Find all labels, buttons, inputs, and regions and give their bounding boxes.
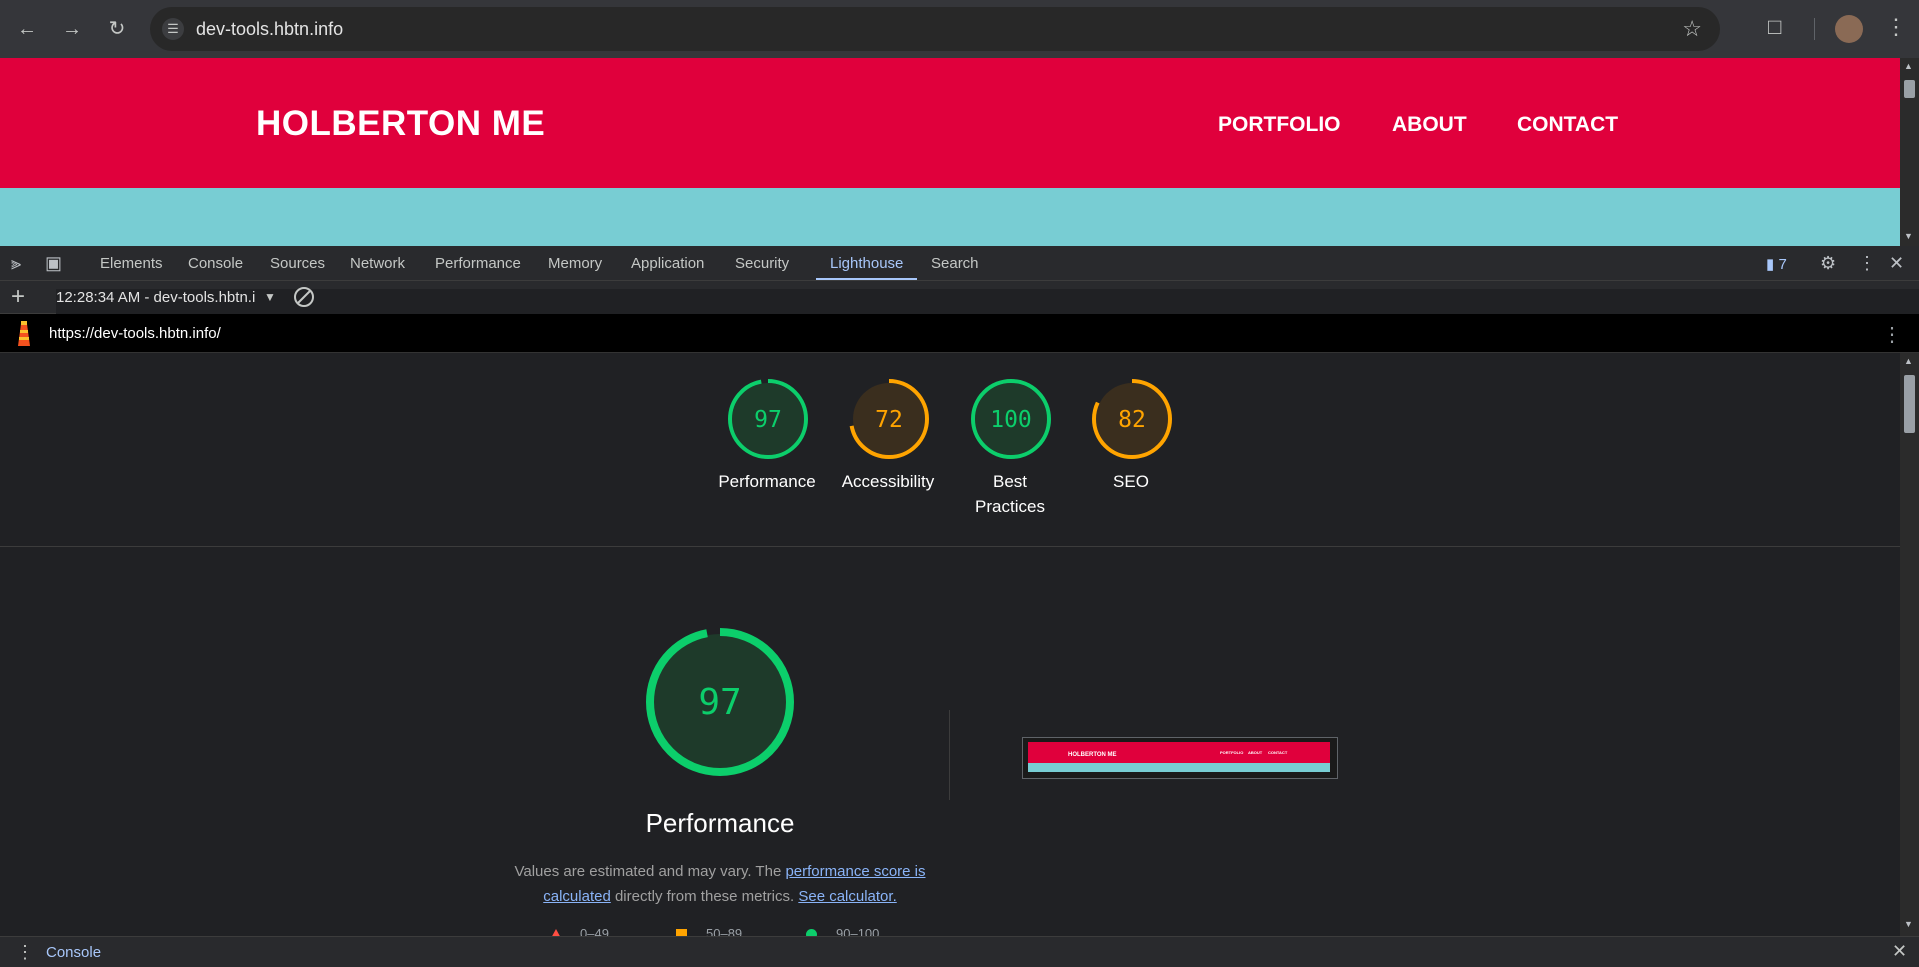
lighthouse-toolbar: + 12:28:34 AM - dev-tools.hbtn.i ▼	[0, 281, 1919, 872]
gauge-label-line: Best	[992, 472, 1028, 491]
gauge-score: 72	[875, 407, 903, 433]
report-url[interactable]: https://dev-tools.hbtn.info/	[49, 325, 221, 342]
chevron-down-icon[interactable]: ▼	[264, 290, 276, 304]
legend-pass: 90–100	[836, 926, 880, 936]
lighthouse-logo-icon	[18, 321, 30, 346]
lighthouse-report: 97 Performance 72 Accessibility 100 Best Pract…	[0, 353, 1900, 936]
issues-count: 7	[1778, 256, 1787, 273]
gauge-label-seo[interactable]: SEO	[1066, 469, 1196, 494]
thumbnail-nav-portfolio: PORTFOLIO	[1220, 750, 1244, 755]
issues-icon: ▮	[1766, 256, 1775, 273]
site-info-icon[interactable]: ☰	[162, 18, 184, 40]
tab-application[interactable]: Application	[631, 255, 704, 272]
page-scrollbar-thumb[interactable]	[1904, 80, 1915, 98]
nav-link-about[interactable]: ABOUT	[1392, 113, 1467, 137]
performance-title: Performance	[645, 808, 795, 838]
gauge-seo[interactable]: 82	[1091, 378, 1173, 460]
scroll-up-arrow-icon[interactable]: ▲	[1904, 61, 1913, 71]
nav-link-portfolio[interactable]: PORTFOLIO	[1218, 113, 1341, 137]
gauge-label-accessibility[interactable]: Accessibility	[823, 469, 953, 494]
thumbnail-band	[1028, 763, 1330, 772]
bookmark-star-icon[interactable]: ☆	[1682, 16, 1702, 42]
arrow-right-icon[interactable]: →	[58, 15, 86, 43]
thumbnail-logo: HOLBERTON ME	[1068, 752, 1117, 758]
tab-console[interactable]: Console	[188, 255, 243, 272]
report-menu-icon[interactable]: ⋮	[1882, 322, 1902, 347]
gauge-best-practices[interactable]: 100	[970, 378, 1052, 460]
report-url-bar: https://dev-tools.hbtn.info/ ⋮	[0, 314, 1919, 353]
console-drawer-bar: ⋮ Console ✕	[0, 936, 1919, 967]
desc-text-1: Values are estimated and may vary. The	[514, 863, 786, 880]
scroll-down-arrow-icon[interactable]: ▼	[1904, 231, 1913, 241]
gauge-accessibility[interactable]: 72	[848, 378, 930, 460]
scroll-down-arrow-icon[interactable]: ▼	[1904, 919, 1913, 929]
tab-search[interactable]: Search	[931, 255, 979, 272]
section-divider	[0, 546, 1900, 547]
gauge-label-line: Performance	[718, 472, 816, 491]
report-scrollbar[interactable]: ▲ ▼	[1900, 353, 1919, 936]
address-url[interactable]: dev-tools.hbtn.info	[196, 19, 343, 40]
gauge-label-line: Practices	[975, 497, 1045, 516]
see-calculator-link[interactable]: See calculator.	[798, 888, 896, 905]
site-header: HOLBERTON ME PORTFOLIO ABOUT CONTACT	[0, 58, 1900, 188]
gauge-label-line: SEO	[1113, 472, 1149, 491]
thumbnail-header: HOLBERTON ME PORTFOLIO ABOUT CONTACT	[1028, 742, 1330, 763]
devtools-menu-icon[interactable]: ⋮	[1858, 253, 1876, 274]
pass-circle-icon	[806, 929, 817, 936]
tab-lighthouse[interactable]: Lighthouse	[830, 255, 903, 272]
close-drawer-icon[interactable]: ✕	[1892, 941, 1907, 962]
gauge-score: 97	[754, 407, 782, 433]
desc-text-2: directly from these metrics.	[610, 888, 799, 905]
new-report-plus-icon[interactable]: +	[11, 283, 25, 311]
tab-security[interactable]: Security	[735, 255, 789, 272]
device-toolbar-icon[interactable]: ▣	[45, 253, 62, 274]
average-square-icon	[676, 929, 687, 936]
score-legend: 0–49 50–89 90–100	[550, 925, 910, 936]
legend-fail: 0–49	[580, 926, 609, 936]
page-viewport: HOLBERTON ME PORTFOLIO ABOUT CONTACT	[0, 58, 1900, 246]
scroll-up-arrow-icon[interactable]: ▲	[1904, 356, 1913, 366]
thumbnail-nav-about: ABOUT	[1248, 750, 1263, 755]
inspect-element-icon[interactable]: ⫸	[11, 253, 21, 274]
settings-gear-icon[interactable]: ⚙	[1820, 253, 1836, 274]
tab-performance[interactable]: Performance	[435, 255, 521, 272]
clear-reports-icon[interactable]	[294, 287, 314, 307]
drawer-menu-icon[interactable]: ⋮	[16, 942, 34, 963]
fail-triangle-icon	[550, 929, 562, 936]
gauge-label-performance[interactable]: Performance	[702, 469, 832, 494]
drawer-tab-console[interactable]: Console	[46, 944, 101, 961]
active-tab-indicator	[816, 278, 917, 280]
toolbar-divider	[1814, 18, 1815, 40]
gauge-score: 82	[1118, 407, 1146, 433]
close-devtools-icon[interactable]: ✕	[1889, 253, 1904, 274]
issues-counter[interactable]: ▮ 7	[1766, 255, 1787, 273]
performance-gauge-large: 97	[646, 628, 794, 776]
gauge-performance[interactable]: 97	[727, 378, 809, 460]
tab-network[interactable]: Network	[350, 255, 405, 272]
profile-avatar[interactable]	[1835, 15, 1863, 43]
tab-elements[interactable]: Elements	[100, 255, 163, 272]
browser-menu-icon[interactable]: ⋮	[1885, 14, 1907, 40]
extensions-icon[interactable]: □	[1768, 14, 1781, 40]
report-scrollbar-thumb[interactable]	[1904, 375, 1915, 433]
tab-sources[interactable]: Sources	[270, 255, 325, 272]
site-logo[interactable]: HOLBERTON ME	[256, 104, 545, 144]
gauge-label-line: Accessibility	[841, 472, 935, 491]
browser-toolbar: ← → ↻ ☰ dev-tools.hbtn.info ☆ □ ⋮	[0, 0, 1919, 58]
gauge-score: 100	[990, 407, 1032, 433]
screenshot-divider	[949, 710, 950, 800]
tab-memory[interactable]: Memory	[548, 255, 602, 272]
final-screenshot-thumbnail[interactable]: HOLBERTON ME PORTFOLIO ABOUT CONTACT	[1022, 737, 1338, 779]
devtools-tabbar: ⫸ ▣ Elements Console Sources Network Per…	[0, 246, 1919, 281]
thumbnail-nav-contact: CONTACT	[1268, 750, 1288, 755]
performance-gauge-score: 97	[698, 682, 741, 723]
nav-link-contact[interactable]: CONTACT	[1517, 113, 1618, 137]
legend-average: 50–89	[706, 926, 743, 936]
address-bar[interactable]: ☰ dev-tools.hbtn.info ☆	[150, 7, 1720, 51]
gauge-label-best-practices[interactable]: Best Practices	[945, 469, 1075, 519]
performance-description: Values are estimated and may vary. The p…	[510, 859, 930, 909]
page-scrollbar[interactable]: ▲ ▼	[1900, 58, 1919, 246]
reload-icon[interactable]: ↻	[103, 15, 131, 43]
arrow-left-icon[interactable]: ←	[13, 15, 41, 43]
